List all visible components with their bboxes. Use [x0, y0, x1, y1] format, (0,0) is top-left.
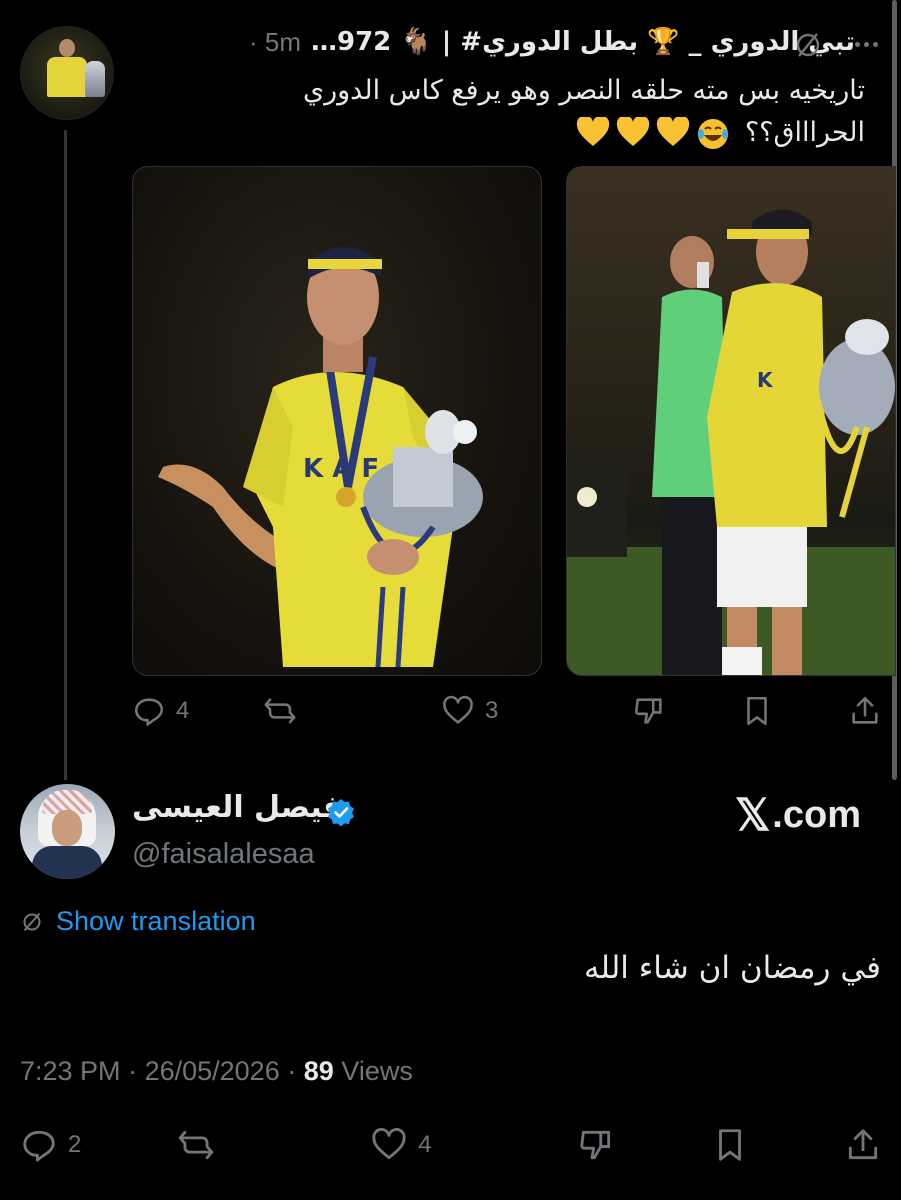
meta-separator: · — [287, 1056, 304, 1086]
media-photo-2[interactable]: K — [566, 166, 896, 676]
avatar-face — [52, 810, 82, 846]
avatar-figure-head — [59, 39, 75, 57]
yellow-heart-icon — [616, 114, 650, 147]
reply-reply-count: 4 — [176, 697, 190, 724]
yellow-heart-icon — [656, 114, 690, 147]
reply-reply-button[interactable]: 4 — [132, 694, 189, 728]
tweet-meta: 7:23 PM · 26/05/2026 · 89 Views — [20, 1056, 413, 1087]
reply-text-line1: تاريخيه بس مته حلقه النصر وهو يرفع كاس ا… — [302, 75, 865, 106]
laughing-face-icon — [696, 117, 730, 151]
heart-icon — [443, 695, 473, 724]
translate-slash-icon — [23, 912, 41, 931]
meta-separator: · — [128, 1056, 145, 1086]
bookmark-icon — [718, 1129, 741, 1161]
main-bookmark-button[interactable] — [711, 1126, 749, 1164]
avatar-torso — [32, 846, 102, 879]
views-count: 89 — [303, 1056, 334, 1086]
reply-dislike-button[interactable] — [632, 694, 666, 728]
main-reply-count: 2 — [68, 1131, 82, 1158]
reply-like-count: 3 — [485, 697, 499, 724]
main-display-name[interactable]: فيصل العيسى — [132, 790, 342, 825]
bookmark-icon — [747, 696, 767, 726]
x-com-label: .com — [772, 794, 861, 836]
main-like-count: 4 — [418, 1131, 432, 1158]
show-translation-link[interactable]: Show translation — [20, 906, 256, 937]
avatar-figure-body — [47, 57, 87, 97]
views-label: Views — [341, 1056, 413, 1086]
main-tweet-text: في رمضان ان شاء الله — [583, 950, 881, 986]
reply-icon — [23, 1130, 55, 1162]
yellow-heart-icon — [576, 114, 610, 147]
repost-icon — [178, 1130, 214, 1160]
share-icon — [852, 696, 878, 724]
more-options-icon[interactable] — [849, 29, 883, 59]
reply-text-line2: الحراااق؟؟ — [744, 117, 865, 148]
repost-icon — [264, 698, 296, 724]
x-com-watermark: 𝕏 .com — [735, 790, 861, 841]
main-reply-button[interactable]: 2 — [20, 1126, 81, 1164]
reply-display-name[interactable]: تبي الدوري _ 🏆 بطل الدوري# | 🐐 972… — [311, 27, 855, 57]
verified-badge-icon[interactable] — [326, 797, 356, 827]
heart-icon — [372, 1127, 406, 1160]
thread-line — [64, 130, 67, 780]
tweet-time[interactable]: 7:23 PM — [20, 1056, 121, 1086]
x-logo-icon: 𝕏 — [734, 791, 771, 840]
main-dislike-button[interactable] — [577, 1126, 615, 1164]
main-repost-button[interactable] — [177, 1126, 225, 1164]
reply-repost-button[interactable] — [263, 694, 307, 728]
reply-timestamp[interactable]: · 5m — [249, 27, 301, 58]
reply-time-value: 5m — [264, 26, 301, 57]
reply-header: تبي الدوري _ 🏆 بطل الدوري# | 🐐 972… · 5m — [130, 22, 855, 62]
svg-text:K A F: K A F — [303, 454, 379, 484]
reply-avatar[interactable] — [20, 26, 114, 120]
main-avatar[interactable] — [20, 784, 115, 879]
share-icon — [848, 1129, 878, 1160]
main-actions: 2 4 — [20, 1126, 882, 1164]
emoji-group — [576, 114, 730, 151]
grok-slash-icon[interactable] — [793, 30, 823, 60]
reply-share-button[interactable] — [848, 694, 882, 728]
reply-bookmark-button[interactable] — [740, 694, 774, 728]
tweet-date[interactable]: 26/05/2026 — [145, 1056, 280, 1086]
main-like-button[interactable]: 4 — [370, 1126, 432, 1164]
main-share-button[interactable] — [844, 1126, 882, 1164]
reply-icon — [134, 698, 164, 726]
reply-text: تاريخيه بس مته حلقه النصر وهو يرفع كاس ا… — [200, 70, 865, 154]
reply-like-button[interactable]: 3 — [441, 694, 498, 728]
main-handle[interactable]: @faisalalesaa — [132, 838, 315, 871]
show-translation-label: Show translation — [56, 906, 256, 936]
thumbs-down-icon — [580, 1130, 611, 1160]
svg-text:K: K — [757, 368, 774, 392]
thumbs-down-icon — [635, 698, 662, 724]
avatar-trophy — [85, 61, 105, 97]
reply-text-line2-wrap: الحراااق؟؟ — [200, 112, 865, 154]
reply-actions: 4 3 — [132, 694, 882, 728]
media-photo-1[interactable]: K A F — [132, 166, 542, 676]
